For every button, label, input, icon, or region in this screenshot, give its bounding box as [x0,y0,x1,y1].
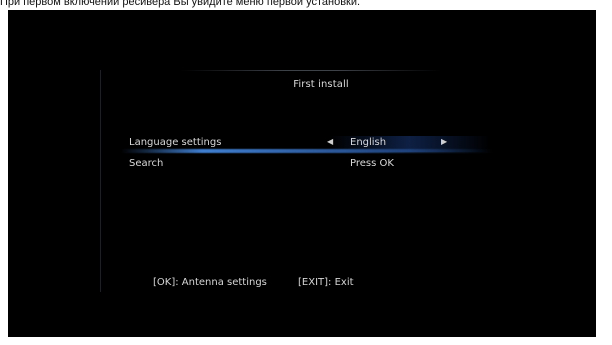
menu-row-language[interactable]: Language settings ◀ English ▶ [121,136,499,153]
tv-screen: First install Language settings ◀ Englis… [8,10,596,337]
ok-hint: [OK]: Antenna settings [153,277,267,288]
exit-hint: [EXIT]: Exit [298,277,354,288]
menu-row-label: Search [129,158,164,169]
title-divider [181,70,441,71]
panel-title: First install [293,79,349,90]
document-caption: При первом включении ресивера Вы увидите… [0,0,361,8]
search-value: Press OK [350,158,394,169]
left-arrow-icon[interactable]: ◀ [327,137,333,146]
first-install-panel: First install Language settings ◀ Englis… [100,70,511,292]
selection-highlight [121,149,493,153]
right-arrow-icon[interactable]: ▶ [441,137,447,146]
menu-row-search[interactable]: Search Press OK [129,157,499,173]
language-value: English [350,137,387,148]
menu-row-label: Language settings [129,137,222,148]
